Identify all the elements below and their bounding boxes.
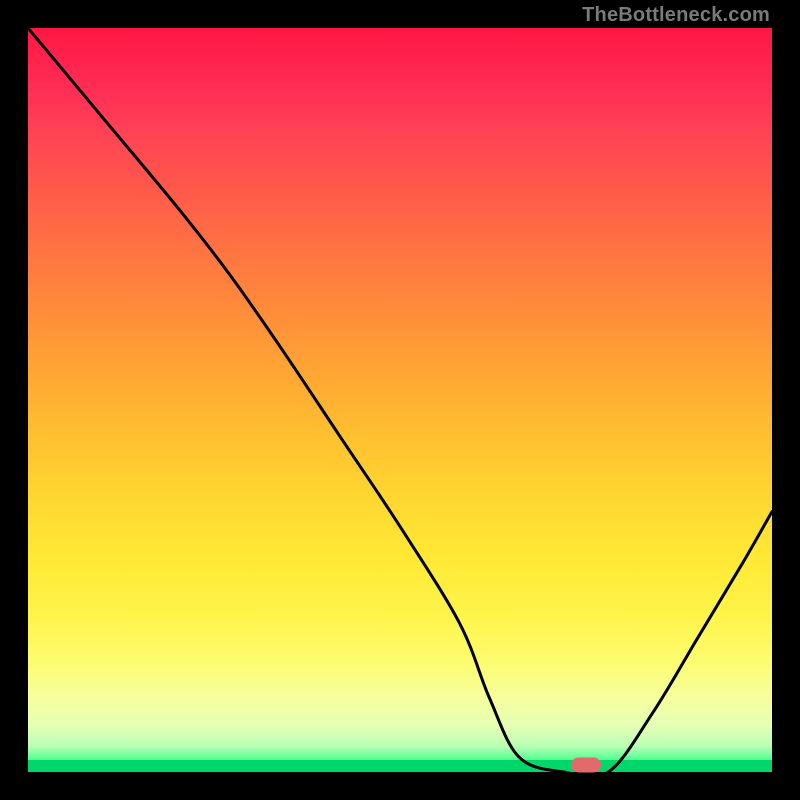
bottleneck-curve: [28, 28, 772, 772]
chart-frame: TheBottleneck.com: [0, 0, 800, 800]
watermark-text: TheBottleneck.com: [582, 4, 770, 27]
plot-area: [28, 28, 772, 772]
